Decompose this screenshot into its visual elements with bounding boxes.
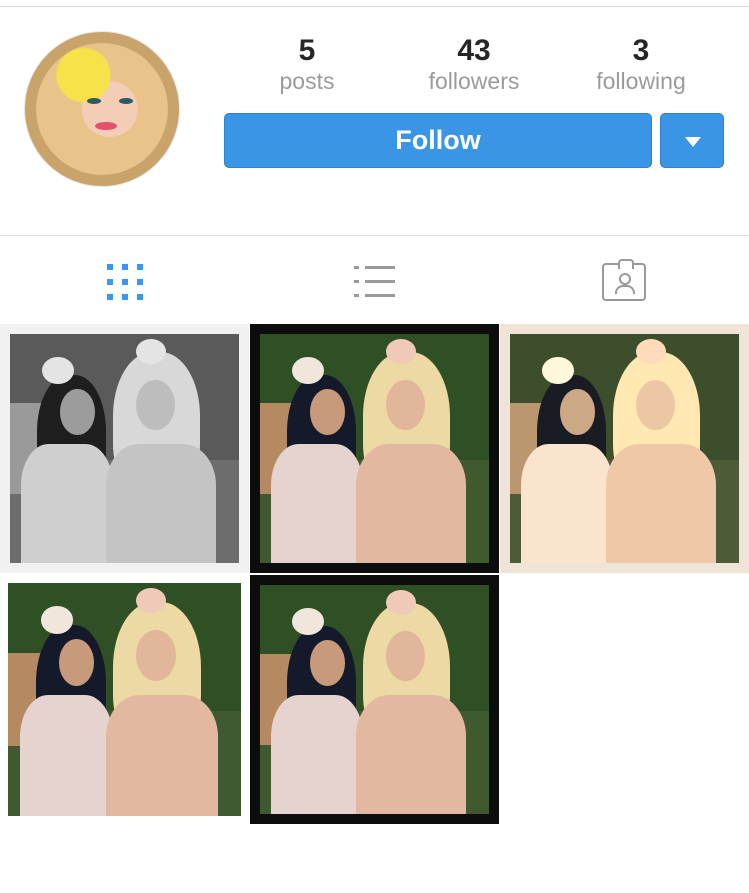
suggestions-dropdown-button[interactable] [660, 113, 724, 168]
avatar-eye-right [119, 98, 133, 104]
post-image [510, 334, 739, 563]
follow-button[interactable]: Follow [224, 113, 652, 168]
posts-count: 5 [298, 34, 316, 67]
list-icon [354, 264, 396, 300]
post-image [260, 334, 489, 563]
following-stat[interactable]: 3 following [571, 34, 711, 94]
following-label: following [596, 68, 686, 94]
profile-avatar[interactable] [24, 31, 180, 187]
tab-tagged[interactable] [500, 236, 749, 325]
profile-tab-bar [0, 235, 749, 326]
tagged-photos-icon [602, 259, 646, 301]
posts-label: posts [279, 68, 335, 94]
post-thumbnail[interactable] [250, 324, 499, 573]
post-thumbnail[interactable] [0, 324, 249, 573]
post-thumbnail[interactable] [500, 324, 749, 573]
post-thumbnail[interactable] [250, 575, 499, 824]
post-image [260, 585, 489, 814]
posts-stat[interactable]: 5 posts [237, 34, 377, 94]
grid-icon [107, 264, 143, 300]
chevron-down-icon [685, 137, 701, 147]
following-count: 3 [632, 34, 650, 67]
post-image [8, 583, 241, 816]
followers-count: 43 [457, 34, 491, 67]
avatar-eye-left [87, 98, 101, 104]
tab-grid[interactable] [0, 236, 249, 325]
top-divider [0, 6, 749, 7]
post-thumbnail[interactable] [0, 575, 249, 824]
post-image [10, 334, 239, 563]
tab-list[interactable] [250, 236, 499, 325]
followers-label: followers [428, 68, 520, 94]
followers-stat[interactable]: 43 followers [404, 34, 544, 94]
avatar-lips [95, 122, 117, 130]
